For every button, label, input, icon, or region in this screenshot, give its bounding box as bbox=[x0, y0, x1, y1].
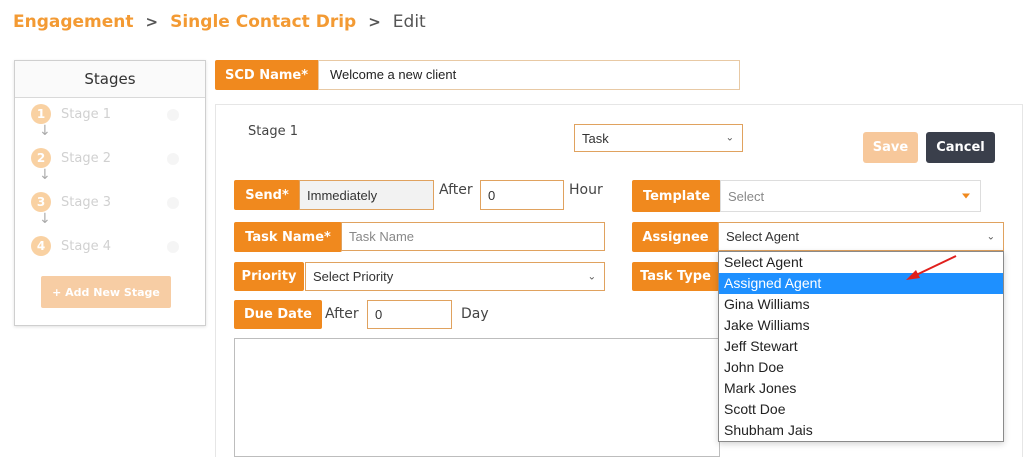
due-after-label: After bbox=[325, 306, 359, 322]
stage-number: 4 bbox=[31, 236, 51, 256]
assignee-option-scott-doe[interactable]: Scott Doe bbox=[719, 399, 1003, 420]
task-name-label: Task Name* bbox=[234, 222, 342, 252]
assignee-value: Select Agent bbox=[726, 229, 799, 244]
priority-label: Priority bbox=[234, 262, 304, 291]
arrow-down-icon: ↓ bbox=[39, 123, 51, 139]
template-select[interactable]: Select bbox=[720, 180, 981, 212]
priority-value: Select Priority bbox=[313, 269, 394, 284]
stage-item-4[interactable]: 4 Stage 4 bbox=[31, 236, 111, 256]
scd-name-input[interactable]: Welcome a new client bbox=[318, 60, 740, 90]
task-name-placeholder: Task Name bbox=[349, 229, 415, 244]
stage-item-2[interactable]: 2 Stage 2 bbox=[31, 148, 111, 168]
assignee-select[interactable]: Select Agent ⌄ bbox=[718, 222, 1004, 251]
stage-delete-icon[interactable] bbox=[167, 109, 179, 121]
stage-delete-icon[interactable] bbox=[167, 197, 179, 209]
stage-label: Stage 1 bbox=[61, 106, 111, 122]
chevron-down-icon: ⌄ bbox=[725, 132, 734, 144]
assignee-option-john-doe[interactable]: John Doe bbox=[719, 357, 1003, 378]
due-date-label: Due Date bbox=[234, 300, 322, 329]
add-new-stage-button[interactable]: + Add New Stage bbox=[41, 276, 171, 308]
save-button[interactable]: Save bbox=[863, 132, 918, 163]
assignee-option-jake-williams[interactable]: Jake Williams bbox=[719, 315, 1003, 336]
caret-down-icon bbox=[962, 193, 970, 199]
assignee-option-gina-williams[interactable]: Gina Williams bbox=[719, 294, 1003, 315]
cancel-button[interactable]: Cancel bbox=[926, 132, 995, 163]
assignee-option-mark-jones[interactable]: Mark Jones bbox=[719, 378, 1003, 399]
task-type-label: Task Type bbox=[632, 262, 719, 291]
stage-title: Stage 1 bbox=[248, 124, 298, 139]
breadcrumb-separator: > bbox=[145, 13, 159, 31]
after-hours-input[interactable]: 0 bbox=[480, 180, 564, 210]
stage-label: Stage 3 bbox=[61, 194, 111, 210]
stage-label: Stage 4 bbox=[61, 238, 111, 254]
stage-item-1[interactable]: 1 Stage 1 bbox=[31, 104, 111, 124]
stages-panel: Stages 1 Stage 1 ↓ 2 Stage 2 ↓ 3 Stage 3… bbox=[14, 60, 206, 326]
stage-label: Stage 2 bbox=[61, 150, 111, 166]
breadcrumb-separator: > bbox=[368, 13, 381, 31]
task-name-input[interactable]: Task Name bbox=[341, 222, 605, 251]
arrow-down-icon: ↓ bbox=[39, 167, 51, 183]
annotation-arrow-icon bbox=[906, 255, 957, 280]
send-label: Send* bbox=[234, 180, 300, 210]
stage-number: 3 bbox=[31, 192, 51, 212]
stages-header: Stages bbox=[15, 61, 205, 98]
breadcrumb: Engagement > Single Contact Drip > Edit bbox=[13, 12, 426, 32]
chevron-down-icon: ⌄ bbox=[986, 231, 995, 242]
send-select[interactable]: Immediately bbox=[299, 180, 434, 210]
stage-delete-icon[interactable] bbox=[167, 241, 179, 253]
assignee-option-shubham-jais[interactable]: Shubham Jais bbox=[719, 420, 1003, 441]
task-description-textarea[interactable] bbox=[234, 338, 720, 457]
due-after-days-input[interactable]: 0 bbox=[367, 300, 452, 329]
stage-number: 2 bbox=[31, 148, 51, 168]
assignee-label: Assignee bbox=[632, 222, 719, 252]
stage-item-3[interactable]: 3 Stage 3 bbox=[31, 192, 111, 212]
template-placeholder: Select bbox=[728, 188, 765, 204]
breadcrumb-engagement[interactable]: Engagement bbox=[13, 12, 134, 32]
after-label: After bbox=[439, 182, 473, 198]
template-label: Template bbox=[632, 180, 721, 212]
day-label: Day bbox=[461, 306, 489, 322]
scd-name-label: SCD Name* bbox=[215, 60, 318, 90]
assignee-option-jeff-stewart[interactable]: Jeff Stewart bbox=[719, 336, 1003, 357]
arrow-down-icon: ↓ bbox=[39, 211, 51, 227]
breadcrumb-current: Edit bbox=[392, 12, 426, 32]
hour-label: Hour bbox=[569, 182, 603, 198]
stage-type-select[interactable]: Task ⌄ bbox=[574, 124, 743, 152]
stage-delete-icon[interactable] bbox=[167, 153, 179, 165]
priority-select[interactable]: Select Priority ⌄ bbox=[305, 262, 605, 291]
breadcrumb-single-contact-drip[interactable]: Single Contact Drip bbox=[170, 12, 356, 32]
stage-number: 1 bbox=[31, 104, 51, 124]
stage-type-value: Task bbox=[582, 130, 609, 146]
chevron-down-icon: ⌄ bbox=[587, 271, 596, 282]
